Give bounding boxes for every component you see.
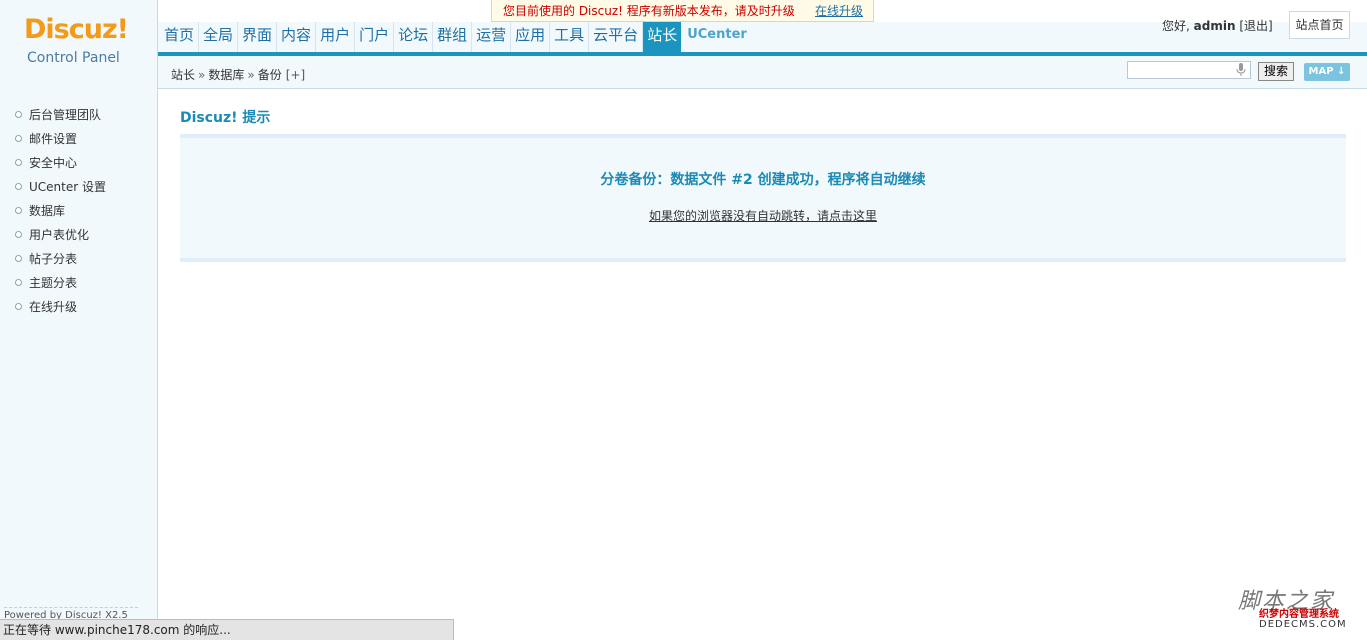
sidebar-item-mail-settings[interactable]: 邮件设置 (0, 127, 106, 151)
sidebar-item-label: 帖子分表 (29, 252, 78, 266)
upgrade-notice-text: 您目前使用的 Discuz! 程序有新版本发布，请及时升级 (503, 4, 795, 18)
sidebar-item-admin-team[interactable]: 后台管理团队 (0, 103, 106, 127)
nav-item-tools[interactable]: 工具 (550, 22, 590, 52)
page-title: Discuz! 提示 (180, 110, 271, 126)
map-button-label: MAP (1308, 66, 1334, 77)
microphone-icon[interactable] (1236, 63, 1246, 77)
search-input[interactable] (1127, 61, 1251, 79)
logout-link[interactable]: [退出] (1239, 19, 1272, 33)
nav-item-content[interactable]: 内容 (277, 22, 317, 52)
nav-item-forum[interactable]: 论坛 (394, 22, 434, 52)
nav-item-founder[interactable]: 站长 (643, 22, 682, 52)
breadcrumb-item: 数据库 (208, 68, 245, 82)
nav-item-style[interactable]: 界面 (238, 22, 278, 52)
logo-area: Discuz! Control Panel (0, 0, 158, 89)
sidebar-item-post-split[interactable]: 帖子分表 (0, 247, 106, 271)
upgrade-notice: 您目前使用的 Discuz! 程序有新版本发布，请及时升级 在线升级 (491, 0, 874, 22)
bullet-icon (15, 231, 22, 238)
arrow-down-icon: ↓ (1337, 66, 1346, 77)
bullet-icon (15, 135, 22, 142)
sidebar-item-member-table-optimize[interactable]: 用户表优化 (0, 223, 106, 247)
nav-item-portal[interactable]: 门户 (355, 22, 395, 52)
user-greeting: 您好, admin [退出] (1162, 17, 1273, 34)
header: Discuz! Control Panel 首页 全局 界面 内容 用户 门户 … (0, 0, 1367, 89)
map-button[interactable]: MAP ↓ (1304, 63, 1350, 81)
breadcrumb: 站长» 数据库» 备份 [+] (171, 66, 305, 83)
nav-item-home[interactable]: 首页 (160, 22, 200, 52)
bullet-icon (15, 279, 22, 286)
bullet-icon (15, 111, 22, 118)
nav-item-ucenter[interactable]: UCenter (681, 22, 753, 52)
username: admin (1193, 19, 1236, 33)
message-box: 分卷备份：数据文件 #2 创建成功，程序将自动继续 如果您的浏览器没有自动跳转，… (180, 134, 1346, 262)
breadcrumb-separator: » (247, 68, 255, 82)
breadcrumb-item: 站长 (171, 68, 196, 82)
redirect-link[interactable]: 如果您的浏览器没有自动跳转，请点击这里 (180, 207, 1346, 224)
sidebar-item-label: 主题分表 (29, 276, 78, 290)
add-shortcut-button[interactable]: [+] (286, 68, 305, 82)
nav-item-plugin[interactable]: 应用 (511, 22, 551, 52)
nav-item-operation[interactable]: 运营 (472, 22, 512, 52)
sidebar-item-label: 安全中心 (29, 156, 78, 170)
online-upgrade-link[interactable]: 在线升级 (815, 0, 863, 22)
bullet-icon (15, 207, 22, 214)
sidebar-item-label: 在线升级 (29, 300, 78, 314)
nav-item-global[interactable]: 全局 (199, 22, 239, 52)
backup-status-message: 分卷备份：数据文件 #2 创建成功，程序将自动继续 (600, 172, 926, 188)
bullet-icon (15, 303, 22, 310)
search-button[interactable]: 搜索 (1258, 62, 1294, 81)
nav-item-user[interactable]: 用户 (316, 22, 356, 52)
greeting-prefix: 您好, (1162, 19, 1194, 33)
sidebar-item-label: UCenter 设置 (29, 180, 106, 194)
sidebar-item-label: 数据库 (29, 204, 66, 218)
watermark-en: DEDECMS.COM (1259, 619, 1347, 630)
sidebar-menu: 后台管理团队 邮件设置 安全中心 UCenter 设置 数据库 用户表优化 帖子… (0, 103, 106, 319)
sidebar-item-thread-split[interactable]: 主题分表 (0, 271, 106, 295)
sidebar-item-online-upgrade[interactable]: 在线升级 (0, 295, 106, 319)
nav-item-cloud[interactable]: 云平台 (589, 22, 644, 52)
breadcrumb-separator: » (198, 68, 206, 82)
sidebar-item-label: 后台管理团队 (29, 108, 102, 122)
bullet-icon (15, 255, 22, 262)
site-home-button[interactable]: 站点首页 (1289, 11, 1350, 39)
bullet-icon (15, 183, 22, 190)
sidebar-item-database[interactable]: 数据库 (0, 199, 106, 223)
sidebar-item-label: 邮件设置 (29, 132, 78, 146)
top-nav: 首页 全局 界面 内容 用户 门户 论坛 群组 运营 应用 工具 云平台 站长 … (160, 22, 753, 52)
control-panel-label: Control Panel (27, 50, 120, 66)
breadcrumb-item: 备份 (257, 68, 282, 82)
browser-status-bar: 正在等待 www.pinche178.com 的响应... (0, 619, 454, 640)
discuz-logo[interactable]: Discuz! (24, 14, 129, 45)
bullet-icon (15, 159, 22, 166)
nav-item-group[interactable]: 群组 (433, 22, 473, 52)
sidebar-item-label: 用户表优化 (29, 228, 90, 242)
sidebar-item-ucenter-settings[interactable]: UCenter 设置 (0, 175, 106, 199)
watermark-cn: 织梦内容管理系统 (1259, 609, 1339, 620)
sidebar-item-security[interactable]: 安全中心 (0, 151, 106, 175)
sidebar: 后台管理团队 邮件设置 安全中心 UCenter 设置 数据库 用户表优化 帖子… (0, 89, 158, 640)
